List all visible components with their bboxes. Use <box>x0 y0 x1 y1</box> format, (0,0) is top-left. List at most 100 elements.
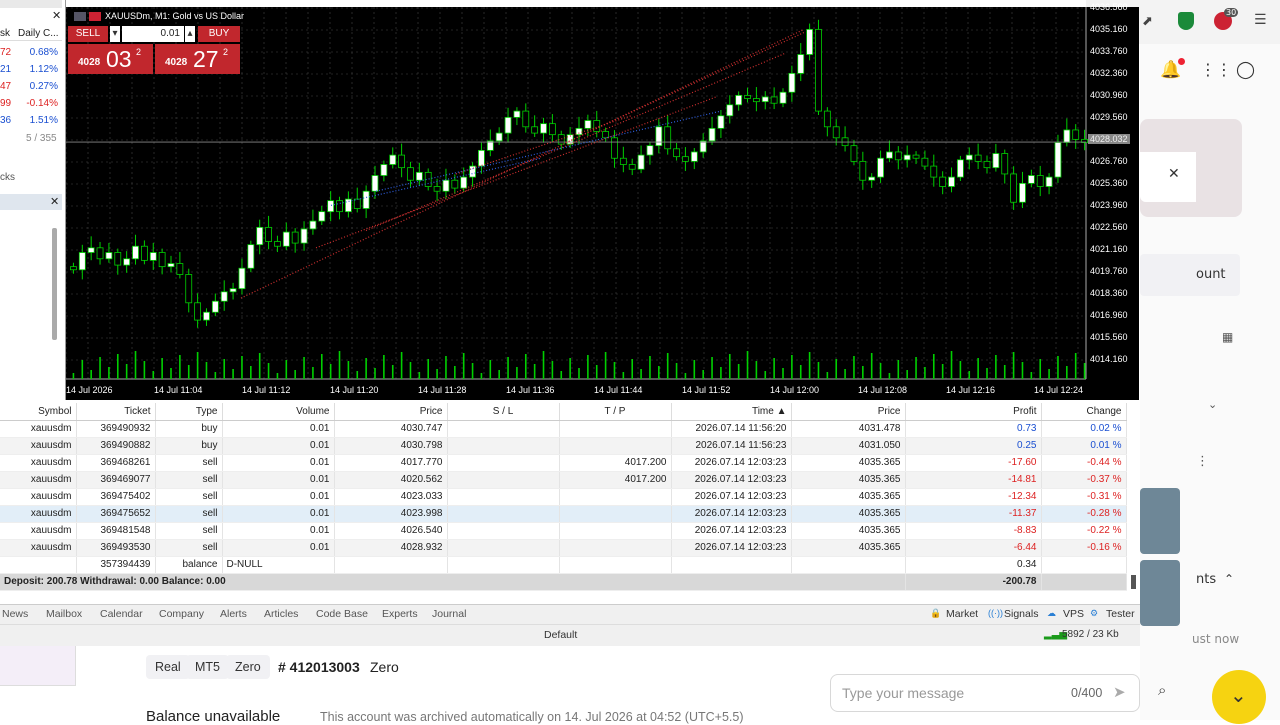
candle-body <box>708 127 716 142</box>
lot-input[interactable]: 0.01 <box>122 26 184 42</box>
trade-cell: 369475402 <box>76 488 156 506</box>
column-header[interactable]: S / L <box>447 403 560 421</box>
service-tab[interactable]: Tester <box>1106 608 1135 620</box>
toolbox-tab[interactable]: Alerts <box>220 608 247 620</box>
trade-row[interactable]: xauusdm 369490882 buy 0.01 4030.798 2026.07.1… <box>0 437 1127 455</box>
candle-body <box>912 154 920 159</box>
mw-row[interactable]: 47 0.27% <box>0 78 62 95</box>
candle-body <box>531 126 539 134</box>
column-header[interactable]: Volume <box>222 403 335 421</box>
toolbox-tab[interactable]: Calendar <box>100 608 143 620</box>
candle-body <box>877 157 884 178</box>
trade-row[interactable]: xauusdm 369468261 sell 0.01 4017.770 4017.200… <box>0 454 1127 472</box>
toolbox-tab[interactable]: Company <box>159 608 204 620</box>
toolbox-tab[interactable]: News <box>2 608 28 620</box>
column-header[interactable]: Ticket <box>76 403 156 421</box>
trade-row[interactable]: xauusdm 369475402 sell 0.01 4023.033 2026.07.… <box>0 488 1127 506</box>
toolbox-tab[interactable]: Code Base <box>316 608 368 620</box>
toolbox-tab[interactable]: Articles <box>264 608 298 620</box>
column-header[interactable]: Symbol <box>0 403 77 421</box>
buy-price-box[interactable]: 4028 27 2 <box>155 44 240 74</box>
candle-body <box>699 140 707 153</box>
trade-history-line <box>330 157 542 206</box>
close-icon[interactable]: ✕ <box>50 195 59 208</box>
trade-row[interactable]: 357394439 balance D-NULL 0.34 <box>0 556 1127 574</box>
candle-body <box>974 154 982 162</box>
service-tab[interactable]: VPS <box>1063 608 1084 620</box>
mw-row[interactable]: 72 0.68% <box>0 44 62 61</box>
sell-price-box[interactable]: 4028 03 2 <box>68 44 153 74</box>
menu-icon[interactable]: ☰ <box>1254 12 1267 28</box>
trade-cell: -6.44 <box>905 539 1042 557</box>
trade-cell: 0.02 % <box>1041 420 1127 438</box>
candle-body <box>1072 129 1080 140</box>
column-header[interactable]: Price <box>791 403 906 421</box>
lot-up-arrow-icon[interactable]: ▴ <box>185 26 195 42</box>
chevron-down-icon[interactable]: ⌄ <box>1208 398 1217 411</box>
trade-cell <box>447 437 560 455</box>
trade-row[interactable]: xauusdm 369481548 sell 0.01 4026.540 2026.07.… <box>0 522 1127 540</box>
mw-change: 1.12% <box>29 64 58 75</box>
service-tab[interactable]: Market <box>946 608 978 620</box>
candle-body <box>948 176 955 187</box>
candle-body <box>1063 129 1071 143</box>
chat-toggle-button[interactable]: ⌄ <box>1212 670 1266 724</box>
candle-body <box>469 165 476 178</box>
send-icon[interactable]: ➤ <box>1113 683 1126 701</box>
close-icon[interactable]: ✕ <box>1168 166 1180 182</box>
lot-down-arrow-icon[interactable]: ▾ <box>110 26 120 42</box>
account-button[interactable]: ount <box>1140 254 1240 296</box>
grid-view-icon[interactable]: ▦ <box>1222 330 1233 344</box>
toolbox-tab[interactable]: Mailbox <box>46 608 82 620</box>
account-number: # 412013003 <box>278 659 360 675</box>
trade-cell: xauusdm <box>0 522 77 540</box>
column-header[interactable]: T / P <box>559 403 672 421</box>
more-vert-icon[interactable]: ⋮ <box>1196 454 1209 469</box>
trade-cell <box>791 556 906 574</box>
trade-row[interactable]: xauusdm 369493530 sell 0.01 4028.932 2026.07.… <box>0 539 1127 557</box>
summary-text: Deposit: 200.78 Withdrawal: 0.00 Balance… <box>0 573 906 591</box>
column-header[interactable]: Price <box>334 403 448 421</box>
trade-cell: sell <box>155 471 223 489</box>
candle-body <box>140 245 148 261</box>
trade-cell: xauusdm <box>0 471 77 489</box>
candle-body <box>903 154 911 161</box>
message-input[interactable]: Type your message 0/400 ➤ <box>830 674 1140 712</box>
trade-scrollbar[interactable] <box>1131 575 1136 589</box>
trade-cell: -0.31 % <box>1041 488 1127 506</box>
mw-row[interactable]: 99 -0.14% <box>0 95 62 112</box>
candle-body <box>611 137 618 159</box>
trade-cell: xauusdm <box>0 488 77 506</box>
mw-row[interactable]: 36 1.51% <box>0 112 62 129</box>
attach-icon[interactable]: ⌕ <box>1158 682 1166 699</box>
toolbox-tab[interactable]: Experts <box>382 608 418 620</box>
candle-body <box>291 231 299 244</box>
service-tab[interactable]: Signals <box>1004 608 1038 620</box>
candle-body <box>806 28 814 55</box>
share-icon[interactable]: ⬈ <box>1142 14 1153 29</box>
toolbox-tab[interactable]: Journal <box>432 608 466 620</box>
price-chart[interactable]: XAUUSDm, M1: Gold vs US Dollar SELL ▾ 0.… <box>66 7 1139 400</box>
trade-row[interactable]: xauusdm 369469077 sell 0.01 4020.562 4017.200… <box>0 471 1127 489</box>
one-click-trading[interactable]: SELL ▾ 0.01 ▴ BUY 4028 03 2 4028 27 2 <box>68 26 240 76</box>
close-icon[interactable]: ✕ <box>52 9 61 22</box>
mw-row[interactable]: 21 1.12% <box>0 61 62 78</box>
column-header[interactable]: Type <box>155 403 223 421</box>
trade-row[interactable]: xauusdm 369475652 sell 0.01 4023.998 2026.07.… <box>0 505 1127 523</box>
column-header[interactable]: Profit <box>905 403 1042 421</box>
column-header[interactable]: Change <box>1041 403 1127 421</box>
apps-grid-icon[interactable]: ⋮⋮ <box>1200 60 1232 79</box>
sell-button[interactable]: SELL <box>68 26 108 42</box>
candle-body <box>584 120 592 129</box>
chevron-up-icon[interactable]: ⌃ <box>1224 572 1234 586</box>
toolbox-tabs: News Mailbox Calendar Company Alerts Articles… <box>0 604 1140 624</box>
buy-button[interactable]: BUY <box>198 26 240 42</box>
candle-body <box>327 200 335 213</box>
trade-row[interactable]: xauusdm 369490932 buy 0.01 4030.747 2026.07.1… <box>0 420 1127 438</box>
mw-tab-symbols[interactable]: cks <box>0 172 15 183</box>
column-header[interactable]: Time ▲ <box>671 403 792 421</box>
scrollbar[interactable] <box>52 228 57 340</box>
account-circle-icon[interactable]: ◯ <box>1236 60 1255 80</box>
trade-cell: -0.44 % <box>1041 454 1127 472</box>
shield-extension-icon[interactable] <box>1178 12 1194 30</box>
